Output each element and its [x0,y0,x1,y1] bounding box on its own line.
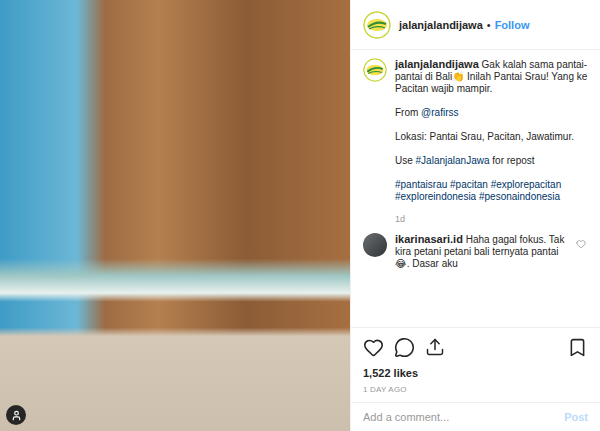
action-bar [363,328,588,366]
commenter-avatar[interactable] [363,233,387,257]
caption-link[interactable]: @rafirss [421,107,458,118]
share-button[interactable] [425,337,445,357]
caption-body: jalanjalandijawa Gak kalah sama pantai-p… [395,58,588,225]
separator: • [487,19,491,31]
post-header: jalanjalandijawa • Follow [351,0,600,50]
header-username[interactable]: jalanjalandijawa [399,19,483,31]
caption-text: for repost [490,155,535,166]
caption-paragraph: Lokasi: Pantai Srau, Pacitan, Jawatimur. [395,131,588,143]
logo-icon [363,58,387,82]
tag-badge[interactable] [6,405,26,425]
caption-age: 1d [395,213,588,225]
caption-link[interactable]: #pantaisrau #pacitan #explorepacitan #ex… [395,179,561,202]
comment-button[interactable] [394,337,415,358]
follow-button[interactable]: Follow [495,19,530,31]
post-button[interactable]: Post [564,411,588,423]
heart-icon [576,239,586,249]
likes-count[interactable]: 1,522 likes [363,366,588,380]
comment: ikarinasari.id Haha gagal fokus. Tak kir… [363,233,588,270]
post-time: 1 DAY AGO [363,384,588,396]
caption-link[interactable]: #JalanjalanJawa [416,155,490,166]
share-icon [425,337,445,357]
comment-like-button[interactable] [576,233,588,253]
person-icon [11,410,22,421]
caption-paragraph: #pantaisrau #pacitan #explorepacitan #ex… [395,179,588,203]
comments-list[interactable]: jalanjalandijawa Gak kalah sama pantai-p… [351,50,600,327]
caption-text: Use [395,155,416,166]
heart-icon [363,337,384,358]
comment-bar: Post [351,402,600,431]
account-avatar[interactable] [363,11,391,39]
comment-body: ikarinasari.id Haha gagal fokus. Tak kir… [395,233,568,270]
post-footer: 1,522 likes 1 DAY AGO [351,327,600,402]
like-button[interactable] [363,337,384,358]
caption-text: Lokasi: Pantai Srau, Pacitan, Jawatimur. [395,131,574,142]
caption-username[interactable]: jalanjalandijawa [395,58,479,70]
post-panel: jalanjalandijawa • Follow jalanjalandijawa … [350,0,600,431]
comment-username[interactable]: ikarinasari.id [395,233,463,245]
comment-icon [394,337,415,358]
caption-text: From [395,107,421,118]
instagram-post: jalanjalandijawa • Follow jalanjalandijawa … [0,0,600,431]
caption-paragraph: jalanjalandijawa Gak kalah sama pantai-p… [395,58,588,95]
header-line: jalanjalandijawa • Follow [399,19,529,31]
bookmark-icon [567,337,588,358]
comment-input[interactable] [363,407,556,427]
account-avatar[interactable] [363,58,387,82]
post-photo[interactable] [0,0,350,431]
logo-icon [363,11,391,39]
caption-paragraph: Use #JalanjalanJawa for repost [395,155,588,167]
caption-paragraph: From @rafirss [395,107,588,119]
save-button[interactable] [567,337,588,358]
caption: jalanjalandijawa Gak kalah sama pantai-p… [363,58,588,225]
